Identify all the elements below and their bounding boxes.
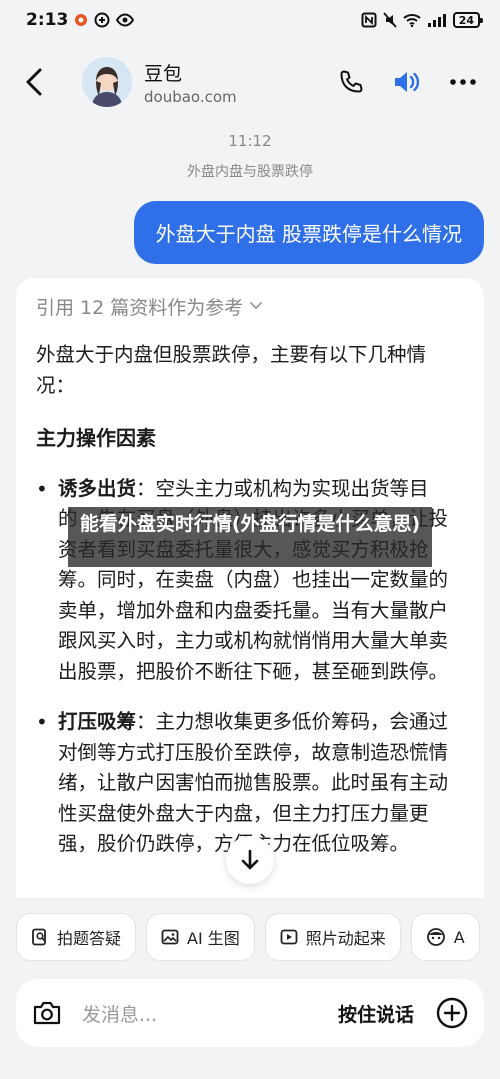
battery-indicator: 24 [452,12,484,28]
weibo-notification-icon [74,13,88,27]
message-input[interactable]: 发消息... [82,1000,338,1027]
references-toggle[interactable]: 引用 12 篇资料作为参考 [36,290,464,322]
image-icon [161,929,179,945]
home-indicator [180,1066,320,1071]
app-notification-icon [94,12,110,28]
quick-actions: 拍题答疑 AI 生图 照片动起来 A [16,913,500,963]
avatar[interactable] [82,57,132,107]
chat-header: 豆包 doubao.com [0,44,500,120]
chip-more[interactable]: A [410,913,480,961]
overlay-caption: 能看外盘实时行情(外盘行情是什么意思) [68,507,432,567]
assistant-domain: doubao.com [144,87,237,106]
bullet-title: 打压吸筹 [58,710,137,733]
assistant-answer-card: 引用 12 篇资料作为参考 外盘大于内盘但股票跌停，主要有以下几种情况： 主力操… [16,278,484,898]
chevron-down-icon [250,302,263,310]
chevron-left-icon [26,68,42,96]
chip-photo-question[interactable]: 拍题答疑 [16,913,137,961]
plus-icon [436,997,468,1029]
add-button[interactable] [436,997,468,1029]
chip-label: 照片动起来 [305,929,386,948]
speaker-icon [395,72,420,92]
more-dots-icon [450,79,476,85]
user-message-bubble[interactable]: 外盘大于内盘 股票跌停是什么情况 [133,201,484,264]
camera-icon [33,1001,61,1025]
arrow-down-icon [241,849,259,870]
bullet-title: 诱多出货 [58,476,137,500]
camera-button[interactable] [32,999,62,1027]
photo-question-icon [32,928,46,946]
chip-label: 拍题答疑 [57,929,122,948]
assistant-name: 豆包 [144,62,183,85]
bullet-dot-icon: • [36,476,48,501]
message-timestamp: 11:12 [228,132,272,150]
signal-icon [427,13,447,27]
answer-intro: 外盘大于内盘但股票跌停，主要有以下几种情况： [36,343,427,397]
wifi-icon [403,13,421,27]
chip-animate-photo[interactable]: 照片动起来 [264,913,401,961]
chip-label: AI 生图 [187,929,240,948]
conversation-topic: 外盘内盘与股票跌停 [187,164,313,180]
mute-icon [383,12,397,28]
answer-bullet: • 诱多出货：空头主力或机构为实现出货等目的，先在买盘（外盘）挂出许多小买单，让… [36,474,464,688]
speaker-button[interactable] [390,65,424,99]
answer-heading: 主力操作因素 [36,426,156,450]
status-bar: 2:13 24 [0,0,500,40]
references-label: 引用 12 篇资料作为参考 [36,296,244,319]
bullet-dot-icon: • [36,710,48,734]
eye-icon [116,13,135,27]
nfc-icon [361,12,377,28]
play-icon [280,929,298,945]
scroll-to-bottom-button[interactable] [226,836,274,884]
back-button[interactable] [16,58,52,106]
call-button[interactable] [334,65,368,99]
message-input-bar: 发消息... 按住说话 [16,979,484,1047]
chip-ai-image[interactable]: AI 生图 [146,913,255,961]
hold-to-talk-button[interactable]: 按住说话 [338,1000,414,1027]
phone-icon [340,70,363,93]
chip-label: A [453,927,465,947]
doubao-avatar-icon [82,57,132,107]
more-button[interactable] [446,65,480,99]
face-icon [426,928,445,946]
status-time: 2:13 [26,10,69,30]
